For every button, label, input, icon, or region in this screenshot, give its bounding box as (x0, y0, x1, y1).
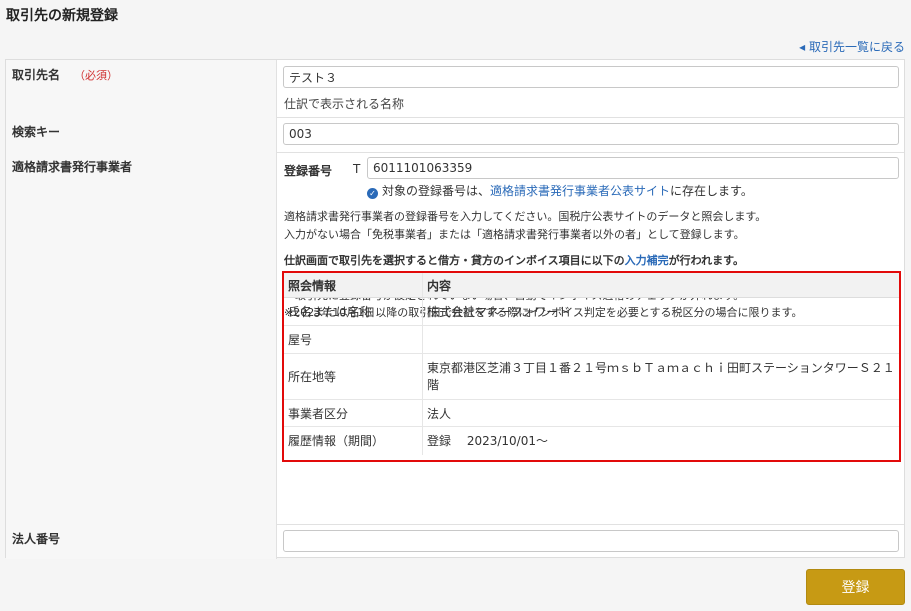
table-row: 履歴情報（期間） 登録 2023/10/01〜 (284, 426, 899, 455)
partner-name-help: 仕訳で表示される名称 (284, 97, 405, 111)
registration-number-input[interactable] (367, 157, 899, 179)
chevron-left-icon: ◂ (799, 40, 806, 54)
corporate-number-input[interactable] (283, 530, 899, 552)
lookup-header-field: 照会情報 (284, 273, 423, 298)
invoice-note-heading: 仕訳画面で取引先を選択すると借方・貸方のインボイス項目に以下の入力補完が行われま… (284, 252, 744, 268)
back-link-label: 取引先一覧に戻る (808, 40, 905, 54)
lookup-field-name: 氏名または名称 (284, 297, 423, 326)
partner-name-label-text: 取引先名 (12, 68, 61, 82)
table-row: 所在地等 東京都港区芝浦３丁目１番２１号ｍｓｂＴａｍａｃｈｉ田町ステーションタワ… (284, 353, 899, 400)
corporate-number-label: 法人番号 (6, 524, 277, 559)
input-completion-link[interactable]: 入力補完 (625, 254, 669, 267)
invoice-description-2: 入力がない場合「免税事業者」または「適格請求書発行事業者以外の者」として登録しま… (284, 228, 745, 241)
lookup-header-content: 内容 (422, 273, 899, 298)
back-to-list-link[interactable]: ◂ 取引先一覧に戻る (799, 38, 905, 55)
check-circle-icon: ✓ (367, 188, 378, 199)
page-title: 取引先の新規登録 (6, 8, 118, 24)
partner-name-input[interactable] (283, 66, 899, 88)
lookup-info-box: 照会情報 内容 氏名または名称 株式会社マネーフォワード 屋号 所在地等 東京都… (282, 271, 901, 462)
status-text-pre: 対象の登録番号は、 (382, 184, 491, 198)
row-partner-name: 取引先名 （必須） 仕訳で表示される名称 (6, 60, 904, 118)
lookup-value-trade-name (422, 325, 899, 354)
table-row: 氏名または名称 株式会社マネーフォワード (284, 297, 899, 326)
lookup-info-header-row: 照会情報 内容 (284, 273, 899, 298)
lookup-value-history: 登録 2023/10/01〜 (427, 434, 548, 449)
invoice-issuer-label: 適格請求書発行事業者 (6, 152, 277, 524)
partner-name-label: 取引先名 （必須） (6, 60, 277, 117)
lookup-value-address: 東京都港区芝浦３丁目１番２１号ｍｓｂＴａｍａｃｈｉ田町ステーションタワーＳ２１階 (422, 353, 899, 400)
registration-status: ✓ 対象の登録番号は、適格請求書発行事業者公表サイトに存在します。 (367, 182, 753, 199)
lookup-value-name: 株式会社マネーフォワード (422, 297, 899, 326)
required-badge: （必須） (74, 69, 119, 82)
status-text-post: に存在します。 (670, 184, 753, 198)
lookup-field-trade-name: 屋号 (284, 325, 423, 354)
lookup-field-business-type: 事業者区分 (284, 399, 423, 427)
register-button[interactable]: 登録 (806, 569, 905, 605)
note-heading-pre: 仕訳画面で取引先を選択すると借方・貸方のインボイス項目に以下の (284, 254, 625, 267)
registration-prefix: T (353, 162, 361, 176)
row-search-key: 検索キー (6, 117, 904, 153)
lookup-field-address: 所在地等 (284, 353, 423, 400)
row-corporate-number: 法人番号 (6, 524, 904, 559)
lookup-info-table: 照会情報 内容 氏名または名称 株式会社マネーフォワード 屋号 所在地等 東京都… (284, 273, 899, 455)
table-row: 事業者区分 法人 (284, 399, 899, 427)
table-row: 屋号 (284, 325, 899, 354)
lookup-value-business-type: 法人 (422, 399, 899, 427)
search-key-label: 検索キー (6, 117, 277, 152)
lookup-field-history: 履歴情報（期間） (284, 426, 423, 455)
publication-site-link[interactable]: 適格請求書発行事業者公表サイト (490, 184, 670, 198)
invoice-description-1: 適格請求書発行事業者の登録番号を入力してください。国税庁公表サイトのデータと照会… (284, 210, 767, 223)
registration-number-label: 登録番号 (284, 164, 333, 178)
search-key-input[interactable] (283, 123, 899, 145)
note-heading-post: が行われます。 (668, 254, 745, 267)
